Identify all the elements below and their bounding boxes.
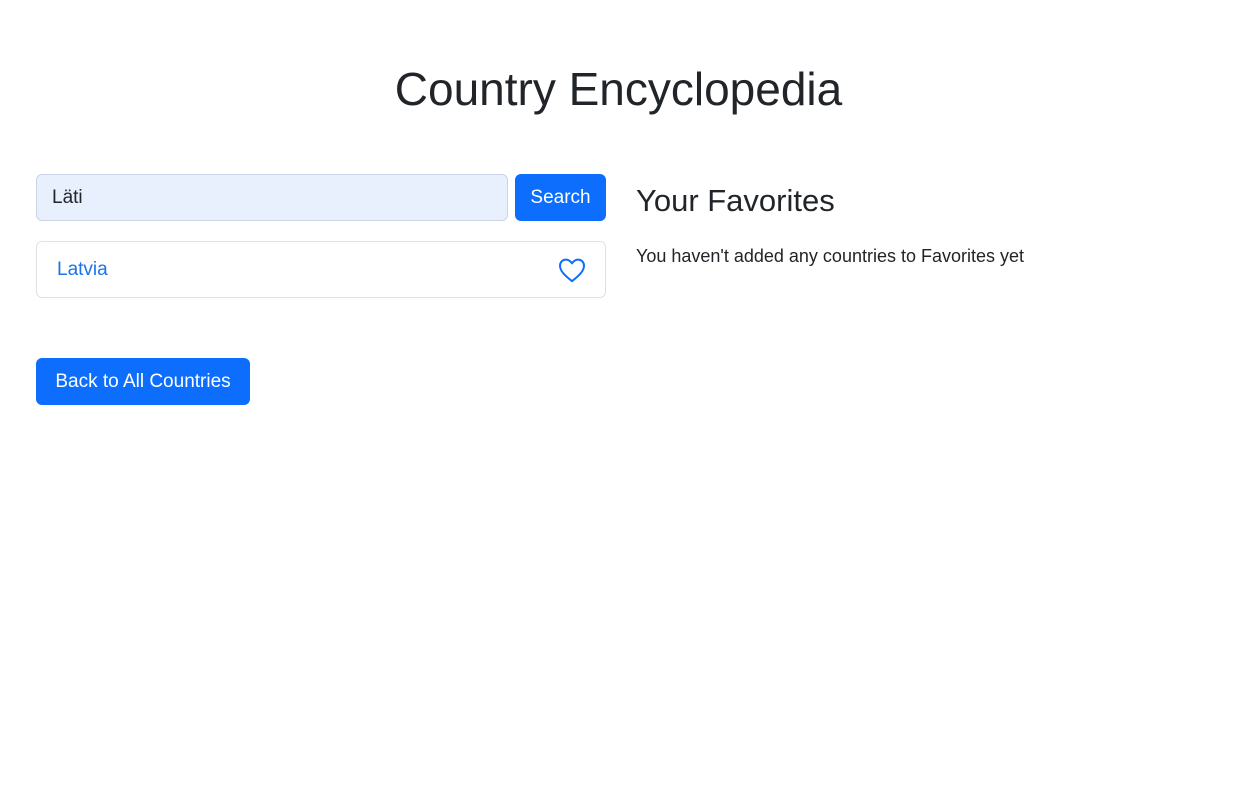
page-title: Country Encyclopedia (394, 63, 843, 115)
favorites-title: Your Favorites (636, 183, 835, 218)
results-list: Latvia (36, 241, 606, 298)
back-to-all-countries-button[interactable]: Back to All Countries (36, 358, 250, 405)
add-favorite-button[interactable] (557, 255, 587, 285)
search-button[interactable]: Search (515, 174, 606, 221)
country-link[interactable]: Latvia (57, 259, 108, 281)
favorites-empty-message: You haven't added any countries to Favor… (636, 246, 1025, 266)
list-item: Latvia (36, 241, 606, 298)
search-input[interactable] (36, 174, 508, 221)
page: Country Encyclopedia Search Latvia Your … (0, 0, 1237, 799)
heart-outline-icon (559, 258, 585, 282)
